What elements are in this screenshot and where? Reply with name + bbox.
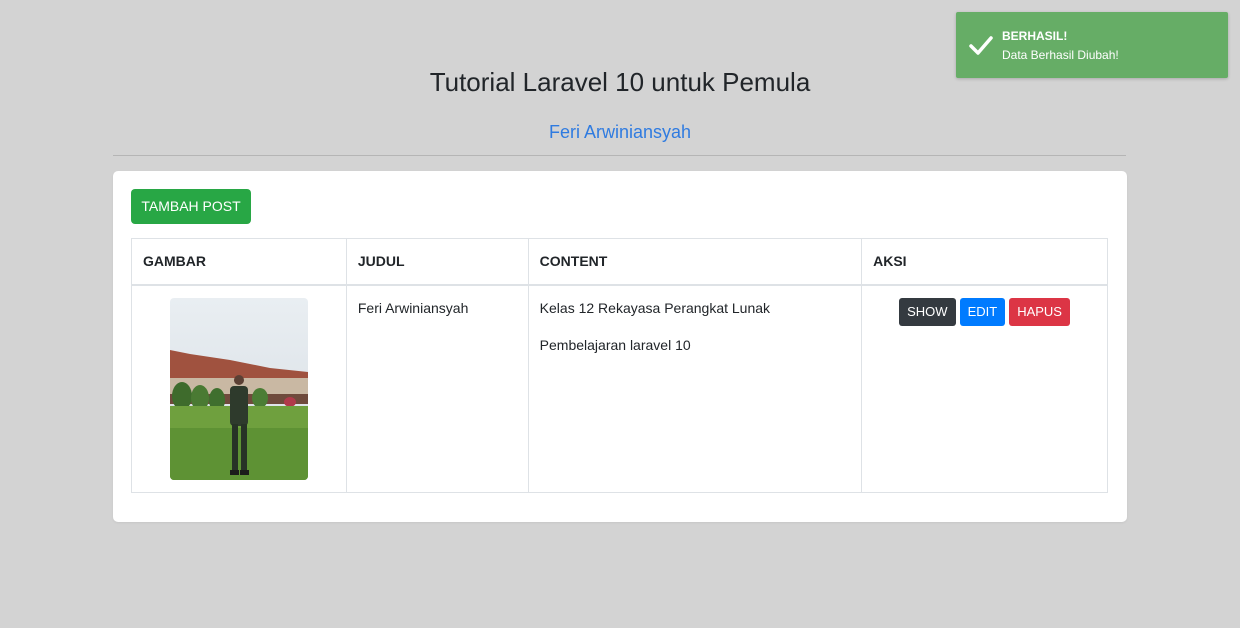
post-content-cell: Kelas 12 Rekayasa Perangkat Lunak Pembel… [527, 284, 863, 493]
column-header-judul: JUDUL [345, 238, 529, 286]
post-actions-cell: SHOW EDIT HAPUS [861, 284, 1108, 493]
page: Tutorial Laravel 10 untuk Pemula Feri Ar… [0, 0, 1240, 628]
add-post-button[interactable]: TAMBAH POST [131, 189, 251, 224]
column-header-gambar: GAMBAR [131, 238, 347, 286]
author-link[interactable]: Feri Arwiniansyah [549, 120, 691, 144]
toast-title: BERHASIL! [1002, 29, 1068, 43]
post-thumbnail-image [169, 297, 308, 480]
column-header-aksi: AKSI [861, 238, 1108, 286]
delete-button[interactable]: HAPUS [1009, 297, 1070, 326]
table-header-row: GAMBAR JUDUL CONTENT AKSI [131, 238, 1108, 286]
posts-table: GAMBAR JUDUL CONTENT AKSI Feri Arwinians… [131, 238, 1108, 493]
posts-card: TAMBAH POST GAMBAR JUDUL CONTENT AKSI Fe… [113, 171, 1127, 522]
edit-button[interactable]: EDIT [959, 297, 1006, 326]
post-actions: SHOW EDIT HAPUS [899, 297, 1070, 326]
column-header-content: CONTENT [527, 238, 863, 286]
header-divider [113, 155, 1126, 156]
post-title: Feri Arwiniansyah [357, 299, 469, 316]
post-image-cell [131, 284, 347, 493]
toast-message: Data Berhasil Diubah! [1002, 48, 1119, 62]
post-content-line: Kelas 12 Rekayasa Perangkat Lunak [539, 299, 771, 316]
success-toast[interactable]: BERHASIL! Data Berhasil Diubah! [956, 12, 1228, 78]
check-icon [969, 36, 993, 55]
post-title-cell: Feri Arwiniansyah [345, 284, 529, 493]
table-row: Feri Arwiniansyah Kelas 12 Rekayasa Pera… [131, 284, 1108, 493]
show-button[interactable]: SHOW [899, 297, 956, 326]
post-content-line: Pembelajaran laravel 10 [539, 336, 691, 353]
